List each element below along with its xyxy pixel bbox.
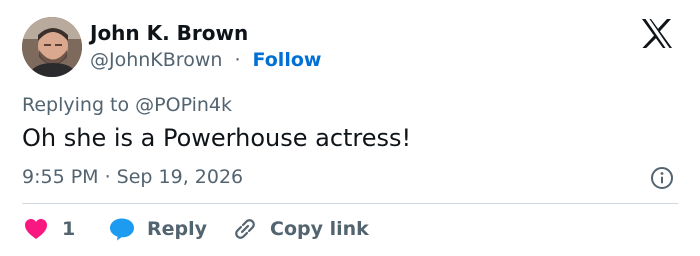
reply-label: Reply bbox=[147, 218, 208, 240]
link-icon bbox=[235, 219, 255, 239]
avatar-photo bbox=[22, 17, 82, 77]
separator-dot: · bbox=[234, 49, 241, 71]
follow-button[interactable]: Follow bbox=[253, 49, 322, 71]
like-button[interactable]: 1 bbox=[24, 215, 75, 243]
reply-bubble-icon bbox=[110, 218, 134, 241]
replying-to-text: Replying to @POPin4k bbox=[22, 94, 233, 116]
tweet-card: John K. Brown @JohnKBrown · Follow Reply… bbox=[0, 0, 700, 256]
like-count: 1 bbox=[62, 218, 76, 240]
divider bbox=[22, 203, 678, 204]
avatar[interactable] bbox=[22, 17, 82, 77]
author-name[interactable]: John K. Brown bbox=[90, 21, 248, 45]
copy-link-button[interactable]: Copy link bbox=[232, 215, 369, 243]
reply-button[interactable]: Reply bbox=[109, 215, 207, 243]
heart-icon bbox=[25, 219, 47, 239]
tweet-timestamp[interactable]: 9:55 PM · Sep 19, 2026 bbox=[22, 165, 243, 189]
author-handle[interactable]: @JohnKBrown bbox=[90, 49, 222, 71]
x-logo-icon[interactable] bbox=[640, 18, 674, 49]
copy-link-label: Copy link bbox=[270, 218, 369, 240]
info-icon[interactable] bbox=[650, 166, 674, 190]
tweet-text: Oh she is a Powerhouse actress! bbox=[22, 124, 412, 152]
author-handle-row: @JohnKBrown · Follow bbox=[90, 48, 321, 72]
